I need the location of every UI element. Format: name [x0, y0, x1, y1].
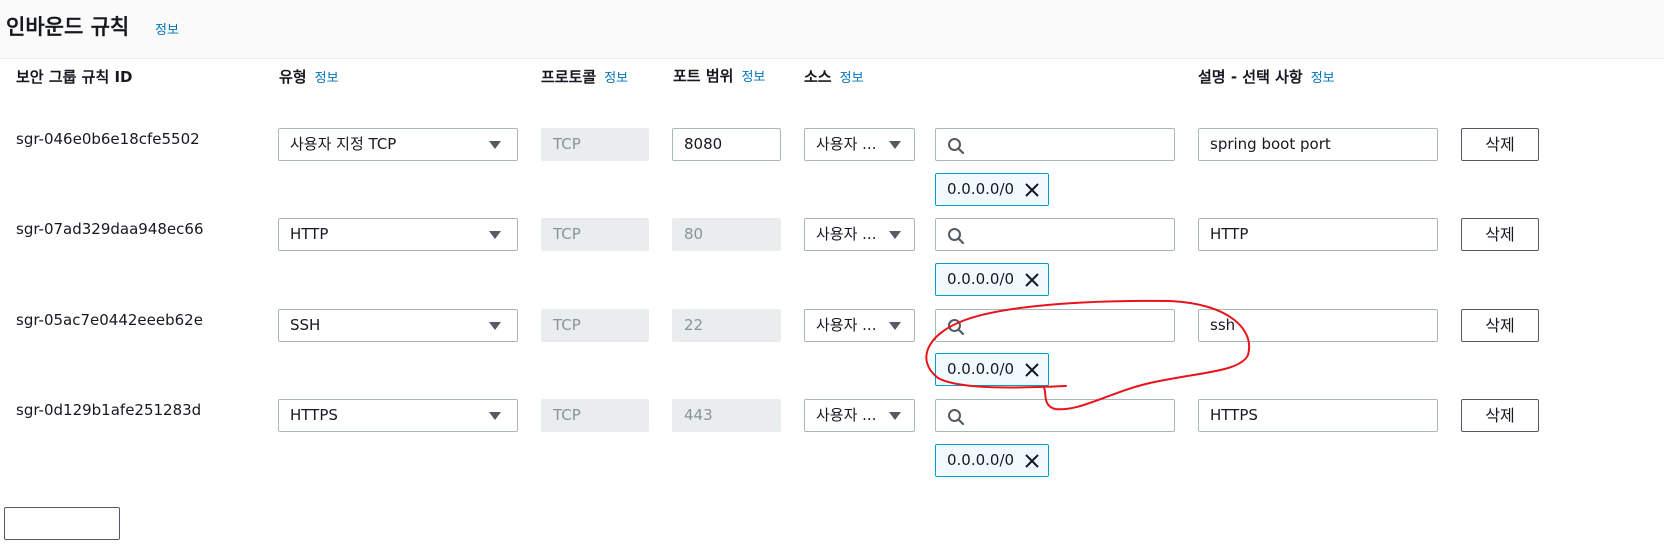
type-select[interactable]: HTTPS [278, 399, 518, 432]
cidr-token: 0.0.0.0/0 [935, 173, 1049, 206]
source-info-link[interactable]: 정보 [840, 71, 864, 86]
caret-down-icon [889, 231, 901, 239]
protocol-field: TCP [541, 399, 649, 432]
col-header-description: 설명 - 선택 사항 정보 [1198, 68, 1335, 86]
port-range-field: 443 [672, 399, 781, 432]
protocol-field: TCP [541, 128, 649, 161]
cidr-token: 0.0.0.0/0 [935, 444, 1049, 477]
delete-button[interactable]: 삭제 [1461, 128, 1539, 161]
caret-down-icon [489, 412, 501, 420]
col-header-source: 소스 정보 [804, 68, 864, 86]
port-info-link[interactable]: 정보 [741, 70, 765, 85]
search-icon [948, 409, 965, 426]
rule-id: sgr-0d129b1afe251283d [16, 401, 202, 419]
section-title: 인바운드 규칙 [6, 15, 130, 39]
col-header-protocol: 프로토콜 정보 [541, 68, 629, 86]
caret-down-icon [489, 231, 501, 239]
description-input[interactable]: ssh [1198, 309, 1438, 342]
caret-down-icon [489, 322, 501, 330]
close-icon[interactable] [1024, 453, 1040, 469]
description-input[interactable]: HTTP [1198, 218, 1438, 251]
rule-id: sgr-07ad329daa948ec66 [16, 220, 204, 238]
type-select[interactable]: SSH [278, 309, 518, 342]
cidr-token: 0.0.0.0/0 [935, 263, 1049, 296]
col-header-id: 보안 그룹 규칙 ID [16, 68, 133, 86]
delete-button[interactable]: 삭제 [1461, 309, 1539, 342]
caret-down-icon [489, 141, 501, 149]
protocol-field: TCP [541, 218, 649, 251]
type-select[interactable]: 사용자 지정 TCP [278, 128, 518, 161]
port-range-field: 22 [672, 309, 781, 342]
type-select[interactable]: HTTP [278, 218, 518, 251]
description-input[interactable]: HTTPS [1198, 399, 1438, 432]
col-header-type: 유형 정보 [279, 68, 339, 86]
port-range-input[interactable]: 8080 [672, 128, 781, 161]
search-icon [948, 138, 965, 155]
caret-down-icon [889, 412, 901, 420]
source-select[interactable]: 사용자 ... [804, 309, 915, 342]
section-header: 인바운드 규칙 정보 [0, 0, 1664, 59]
close-icon[interactable] [1024, 272, 1040, 288]
source-select[interactable]: 사용자 ... [804, 399, 915, 432]
col-header-port: 포트 범위 정보 [673, 67, 766, 85]
cidr-search-input[interactable] [935, 399, 1175, 432]
search-icon [948, 319, 965, 336]
protocol-info-link[interactable]: 정보 [604, 71, 628, 86]
cidr-search-input[interactable] [935, 218, 1175, 251]
source-select[interactable]: 사용자 ... [804, 218, 915, 251]
delete-button[interactable]: 삭제 [1461, 218, 1539, 251]
delete-button[interactable]: 삭제 [1461, 399, 1539, 432]
rule-id: sgr-05ac7e0442eeeb62e [16, 311, 203, 329]
port-range-field: 80 [672, 218, 781, 251]
add-rule-button[interactable] [4, 507, 120, 540]
caret-down-icon [889, 141, 901, 149]
caret-down-icon [889, 322, 901, 330]
protocol-field: TCP [541, 309, 649, 342]
cidr-search-input[interactable] [935, 309, 1175, 342]
close-icon[interactable] [1024, 182, 1040, 198]
description-input[interactable]: spring boot port [1198, 128, 1438, 161]
rule-id: sgr-046e0b6e18cfe5502 [16, 130, 200, 148]
close-icon[interactable] [1024, 362, 1040, 378]
description-info-link[interactable]: 정보 [1311, 71, 1335, 86]
cidr-search-input[interactable] [935, 128, 1175, 161]
source-select[interactable]: 사용자 ... [804, 128, 915, 161]
cidr-token: 0.0.0.0/0 [935, 353, 1049, 386]
header-info-link[interactable]: 정보 [155, 19, 179, 38]
type-info-link[interactable]: 정보 [315, 71, 339, 86]
search-icon [948, 228, 965, 245]
